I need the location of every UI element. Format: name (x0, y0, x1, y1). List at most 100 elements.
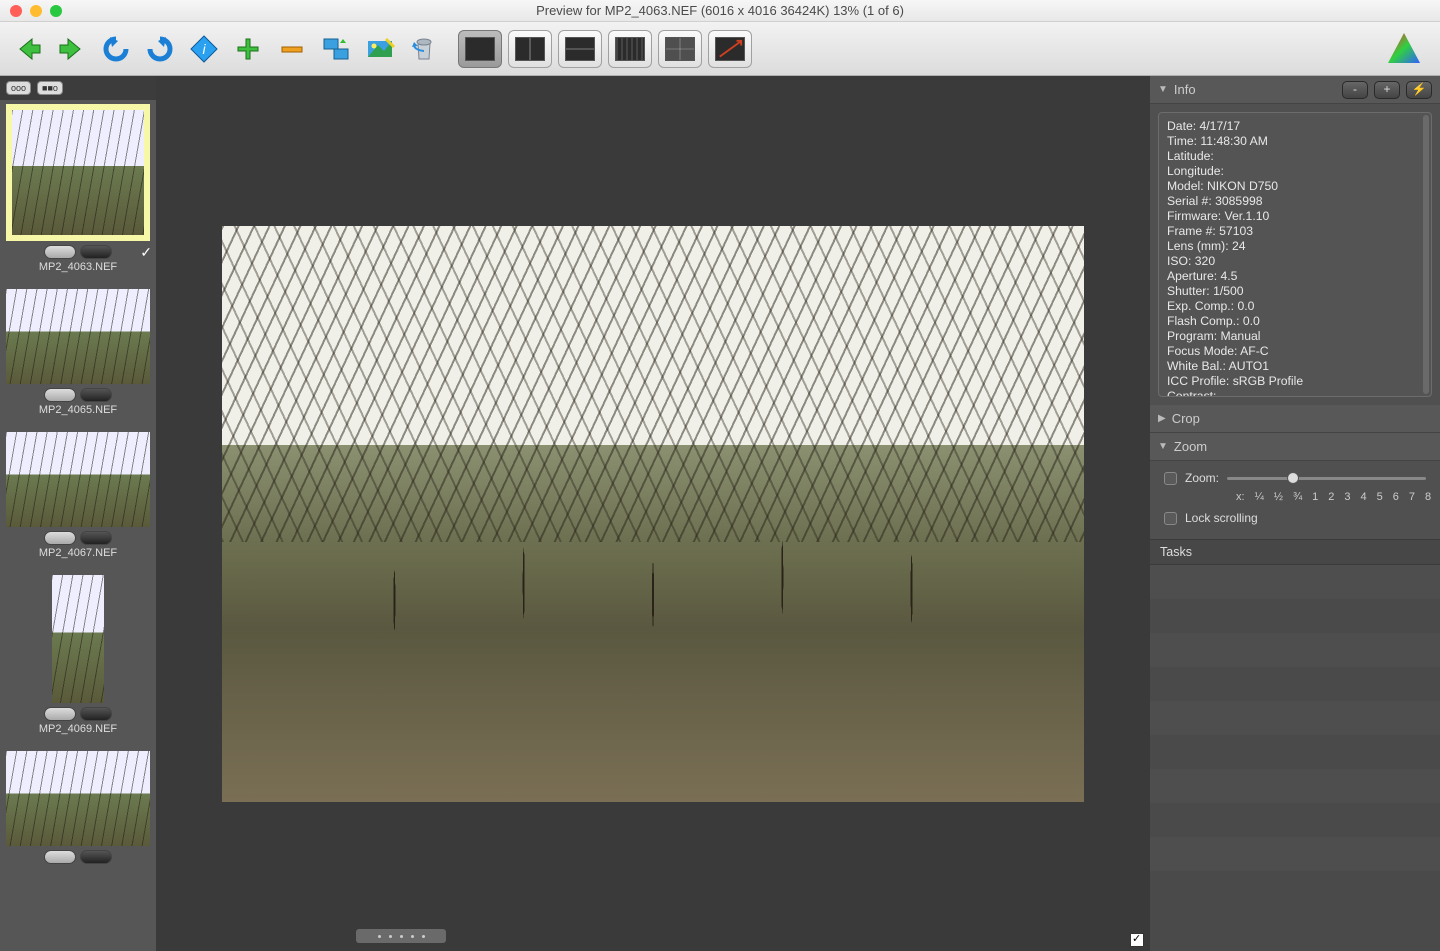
crop-panel-header[interactable]: ▶ Crop (1150, 405, 1440, 433)
info-button[interactable]: i (184, 29, 224, 69)
filmstrip-header: ooo ■■o (0, 76, 156, 100)
delete-button[interactable] (404, 29, 444, 69)
tasks-body (1150, 565, 1440, 951)
view-split-h-button[interactable] (558, 30, 602, 68)
zoom-panel-header[interactable]: ▼ Zoom (1150, 433, 1440, 461)
filmstrip-panel: ooo ■■o ✓ MP2_4063.NEF MP2_4065.NEF MP2_406… (0, 76, 156, 951)
zoom-panel-title: Zoom (1174, 439, 1432, 454)
view-split-v-button[interactable] (508, 30, 552, 68)
info-line: White Bal.: AUTO1 (1167, 359, 1423, 374)
zoom-tick: 3 (1344, 491, 1350, 503)
zoom-tick: 2 (1328, 491, 1334, 503)
zoom-tick: ½ (1274, 491, 1283, 503)
info-scrollbar[interactable] (1423, 115, 1429, 394)
tasks-title: Tasks (1160, 545, 1192, 559)
info-line: Frame #: 57103 (1167, 224, 1423, 239)
titlebar: Preview for MP2_4063.NEF (6016 x 4016 36… (0, 0, 1440, 22)
info-minus-button[interactable]: - (1342, 81, 1368, 99)
info-line: Shutter: 1/500 (1167, 284, 1423, 299)
lock-scrolling-checkbox[interactable] (1164, 512, 1177, 525)
info-line: Date: 4/17/17 (1167, 119, 1423, 134)
disclosure-down-icon: ▼ (1158, 441, 1168, 452)
info-line: ISO: 320 (1167, 254, 1423, 269)
thumb-rating[interactable] (4, 388, 152, 402)
info-line: Exp. Comp.: 0.0 (1167, 299, 1423, 314)
zoom-tick: ¼ (1255, 491, 1264, 503)
view-compare-button[interactable] (708, 30, 752, 68)
redo-button[interactable] (140, 29, 180, 69)
undo-button[interactable] (96, 29, 136, 69)
pick-checkbox[interactable] (1130, 933, 1144, 947)
info-line: Lens (mm): 24 (1167, 239, 1423, 254)
info-line: Aperture: 4.5 (1167, 269, 1423, 284)
thumb-rating[interactable] (4, 707, 152, 721)
thumbnail-name: MP2_4063.NEF (39, 261, 117, 273)
minimize-window-button[interactable] (30, 5, 42, 17)
info-line: Latitude: (1167, 149, 1423, 164)
zoom-tick: 4 (1361, 491, 1367, 503)
rating-bar[interactable] (356, 929, 446, 943)
inspector-pane: ▼ Info - + ⚡ Date: 4/17/17Time: 11:48:30… (1150, 76, 1440, 951)
zoom-tick: ¾ (1293, 491, 1302, 503)
batch-button[interactable] (316, 29, 356, 69)
zoom-panel-body: Zoom: x: ¼½¾12345678 Lock scrolling (1150, 461, 1440, 539)
info-line: Firmware: Ver.1.10 (1167, 209, 1423, 224)
thumb-rating[interactable]: ✓ (4, 245, 152, 259)
zoom-tick-row: x: ¼½¾12345678 (1164, 491, 1426, 503)
info-line: Time: 11:48:30 AM (1167, 134, 1423, 149)
add-button[interactable] (228, 29, 268, 69)
color-profile-icon[interactable] (1384, 29, 1424, 69)
zoom-tick: 6 (1393, 491, 1399, 503)
zoom-window-button[interactable] (50, 5, 62, 17)
zoom-tick: 8 (1425, 491, 1431, 503)
close-window-button[interactable] (10, 5, 22, 17)
zoom-checkbox[interactable] (1164, 472, 1177, 485)
thumbnail[interactable] (6, 751, 150, 846)
info-panel-header[interactable]: ▼ Info - + ⚡ (1150, 76, 1440, 104)
disclosure-down-icon: ▼ (1158, 84, 1168, 95)
zoom-tick: 1 (1312, 491, 1318, 503)
zoom-label: Zoom: (1185, 471, 1219, 485)
view-filmstrip-button[interactable] (608, 30, 652, 68)
toolbar: i (0, 22, 1440, 76)
preview-image (222, 226, 1084, 802)
remove-button[interactable] (272, 29, 312, 69)
info-line: Focus Mode: AF-C (1167, 344, 1423, 359)
thumbnail-name: MP2_4067.NEF (39, 547, 117, 559)
thumbnail[interactable] (6, 575, 150, 703)
thumbnail[interactable] (6, 289, 150, 384)
info-line: Program: Manual (1167, 329, 1423, 344)
info-line: Serial #: 3085998 (1167, 194, 1423, 209)
adjust-button[interactable] (360, 29, 400, 69)
info-plus-button[interactable]: + (1374, 81, 1400, 99)
view-single-button[interactable] (458, 30, 502, 68)
tasks-header[interactable]: Tasks (1150, 539, 1440, 565)
thumbnail-name: MP2_4069.NEF (39, 723, 117, 735)
info-line: ICC Profile: sRGB Profile (1167, 374, 1423, 389)
thumbnail[interactable] (6, 104, 150, 241)
info-panel-title: Info (1174, 82, 1336, 97)
info-line: Contrast: (1167, 389, 1423, 397)
window-title: Preview for MP2_4063.NEF (6016 x 4016 36… (0, 3, 1440, 18)
filmstrip-mode-1-button[interactable]: ooo (6, 81, 31, 95)
crop-panel-title: Crop (1172, 411, 1432, 426)
image-canvas[interactable] (156, 76, 1150, 951)
info-line: Flash Comp.: 0.0 (1167, 314, 1423, 329)
info-box: Date: 4/17/17Time: 11:48:30 AMLatitude: … (1158, 112, 1432, 397)
thumb-rating[interactable] (4, 850, 152, 864)
disclosure-right-icon: ▶ (1158, 413, 1166, 424)
back-button[interactable] (8, 29, 48, 69)
zoom-x-label: x: (1236, 491, 1245, 503)
lock-scrolling-label: Lock scrolling (1185, 511, 1258, 525)
info-line: Longitude: (1167, 164, 1423, 179)
zoom-slider[interactable] (1227, 477, 1426, 480)
thumbnail[interactable] (6, 432, 150, 527)
zoom-tick: 7 (1409, 491, 1415, 503)
view-quad-button[interactable] (658, 30, 702, 68)
info-flash-button[interactable]: ⚡ (1406, 81, 1432, 99)
filmstrip-mode-2-button[interactable]: ■■o (37, 81, 63, 95)
zoom-tick: 5 (1377, 491, 1383, 503)
forward-button[interactable] (52, 29, 92, 69)
thumb-rating[interactable] (4, 531, 152, 545)
thumbnail-name: MP2_4065.NEF (39, 404, 117, 416)
